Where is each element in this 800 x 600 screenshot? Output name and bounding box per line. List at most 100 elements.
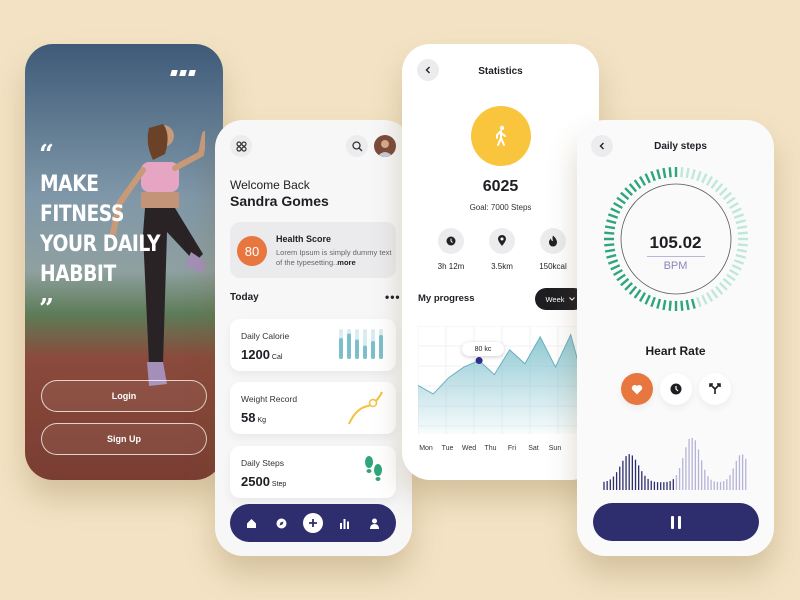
gauge-tick [685, 299, 690, 311]
headline: MAKE FITNESS YOUR DAILY HABBIT [40, 170, 161, 290]
headline-line: FITNESS [40, 202, 125, 227]
split-tab-button[interactable] [699, 373, 731, 405]
location-pin-icon [498, 235, 506, 246]
gauge-tick [607, 213, 619, 219]
gauge-tick [680, 300, 684, 311]
gauge-tick [729, 201, 739, 210]
calorie-bar [355, 339, 359, 359]
health-score-description: Lorem Ipsum is simply dummy text of the … [276, 248, 392, 267]
gauge-tick [620, 277, 630, 287]
welcome-text: Welcome Back [230, 178, 310, 192]
walking-icon [496, 125, 506, 146]
gauge-tick [606, 219, 617, 225]
home-icon [246, 518, 256, 528]
statistics-screen: Statistics 6025 Goal: 7000 Steps 3h 12m … [402, 44, 599, 480]
gauge-tick [726, 196, 736, 205]
weight-unit: Kg [257, 417, 267, 424]
gauge-tick [624, 187, 634, 197]
gauge-tick [735, 253, 746, 259]
profile-icon [370, 518, 380, 529]
gauge-tick [662, 299, 667, 311]
menu-icon[interactable] [170, 70, 196, 76]
onboarding-screen: “ MAKE FITNESS YOUR DAILY HABBIT ” Login… [25, 44, 223, 480]
chevron-down-icon [568, 297, 575, 301]
clock-icon [446, 236, 456, 246]
nav-stats[interactable] [335, 514, 353, 532]
daily-steps-card[interactable]: Daily Steps 2500 Step [230, 446, 396, 498]
heart-tab-button[interactable] [621, 373, 653, 405]
x-tick-label: Thu [484, 445, 496, 452]
signup-button[interactable]: Sign Up [41, 423, 207, 455]
gauge-tick [624, 281, 634, 291]
duration-value: 3h 12m [437, 262, 465, 271]
nav-profile[interactable] [366, 514, 384, 532]
calorie-bar [363, 345, 367, 359]
gauge-tick [610, 207, 621, 214]
card-value: 58 Kg [241, 410, 266, 425]
bpm-divider [647, 256, 705, 257]
avatar[interactable] [374, 135, 396, 157]
gauge-tick [604, 225, 616, 230]
steps-unit: Step [271, 481, 287, 488]
metric-calories: 150kcal [528, 228, 578, 271]
headline-line: YOUR DAILY [40, 232, 161, 257]
x-tick-label: Tue [442, 445, 454, 452]
grid-icon [235, 140, 247, 152]
metric-duration: 3h 12m [426, 228, 476, 271]
weight-record-card[interactable]: Weight Record 58 Kg [230, 382, 396, 434]
gauge-tick [633, 289, 642, 299]
nav-add[interactable] [302, 513, 323, 533]
gauge-tick [718, 281, 728, 291]
health-score-badge: 80 [237, 236, 267, 266]
plus-icon [308, 519, 317, 527]
chart-tooltip: 80 kc [462, 342, 504, 356]
history-tab-button[interactable] [660, 373, 692, 405]
pause-icon-bar [671, 515, 674, 529]
gauge-tick [690, 169, 696, 180]
highlight-point[interactable] [475, 357, 483, 365]
gauge-tick [722, 191, 732, 201]
bpm-value: 105.02 [649, 233, 702, 252]
search-icon [351, 140, 362, 151]
gauge-tick [606, 253, 617, 259]
page-title: Statistics [478, 66, 523, 77]
gauge-tick [644, 294, 651, 305]
walking-badge [471, 106, 531, 166]
card-label: Daily Steps [241, 458, 284, 468]
gauge-tick [718, 187, 728, 197]
more-link[interactable]: more [337, 258, 355, 267]
nav-explore[interactable] [273, 514, 291, 532]
gauge-tick [726, 273, 736, 282]
steps-value: 2500 [241, 474, 270, 489]
gauge-tick [731, 207, 742, 214]
grid-menu-button[interactable] [230, 135, 252, 157]
calorie-bar [379, 335, 383, 359]
search-button[interactable] [346, 135, 368, 157]
steps-goal: Goal: 7000 Steps [469, 203, 532, 212]
heart-rate-title: Heart Rate [645, 344, 706, 358]
page-title: Daily steps [654, 141, 707, 152]
nav-home[interactable] [242, 514, 260, 532]
gauge-tick [616, 196, 626, 205]
gauge-tick [638, 176, 647, 186]
gauge-tick [628, 285, 638, 295]
calorie-unit: Cal [271, 354, 283, 361]
gauge-tick [710, 289, 719, 299]
x-tick-label: Wed [462, 445, 476, 452]
health-score-card[interactable]: 80 Health Score Lorem Ipsum is simply du… [230, 222, 396, 278]
avatar-photo [377, 140, 393, 157]
more-options-icon[interactable]: ••• [385, 290, 401, 304]
weight-curve-graphic [348, 391, 383, 425]
gauge-tick [696, 296, 702, 308]
calorie-bar [339, 338, 343, 359]
x-tick-label: Fri [508, 445, 517, 452]
calorie-value: 1200 [241, 347, 270, 362]
gauge-tick [690, 298, 696, 309]
close-quote-mark: ” [39, 294, 54, 324]
login-button[interactable]: Login [41, 380, 207, 412]
gauge-tick [685, 167, 690, 179]
daily-calorie-card[interactable]: Daily Calorie 1200 Cal [230, 319, 396, 371]
pause-button[interactable] [593, 503, 759, 541]
home-screen: Welcome Back Sandra Gomes 80 Health Scor… [215, 120, 412, 556]
gauge-tick [650, 296, 656, 308]
